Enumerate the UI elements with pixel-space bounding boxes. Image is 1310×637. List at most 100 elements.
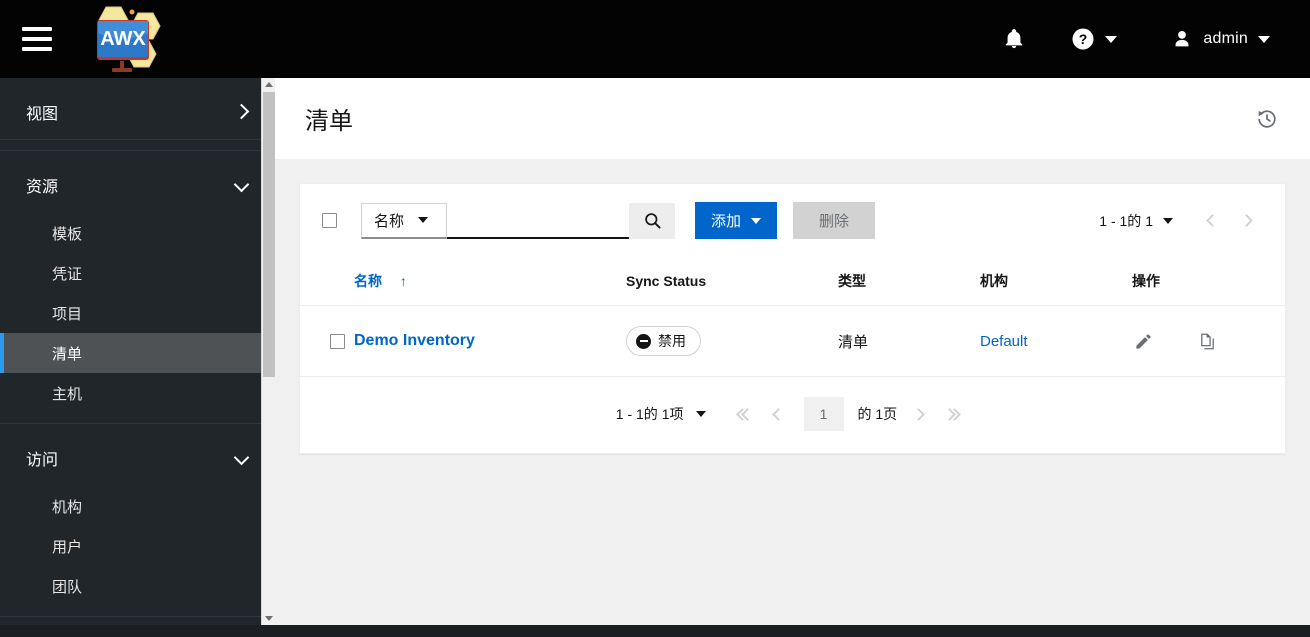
scrollbar-thumb[interactable] bbox=[263, 92, 275, 377]
col-name-label: 名称 bbox=[354, 273, 382, 289]
sidebar-section-access[interactable]: 访问 bbox=[0, 430, 275, 486]
add-button-label: 添加 bbox=[711, 213, 742, 230]
caret-down-icon bbox=[751, 217, 762, 224]
filter-field-label: 名称 bbox=[374, 212, 405, 230]
per-page-caret-down-icon[interactable] bbox=[1163, 217, 1173, 224]
col-type-label: 类型 bbox=[838, 273, 866, 289]
sidebar-item-label: 凭证 bbox=[52, 265, 83, 283]
per-page-caret-down-icon[interactable] bbox=[695, 411, 706, 417]
history-icon bbox=[1258, 109, 1276, 128]
notifications-button[interactable] bbox=[991, 17, 1037, 61]
row-actions bbox=[1132, 330, 1285, 352]
sidebar-item-credentials[interactable]: 凭证 bbox=[0, 253, 275, 293]
awx-app: AWX ? admin 视图 资源 模板 凭证 项目 清单 主机 访问 机构 用… bbox=[0, 0, 1310, 637]
copy-button[interactable] bbox=[1196, 330, 1218, 352]
sidebar-section-views[interactable]: 视图 bbox=[0, 84, 275, 140]
svg-text:AWX: AWX bbox=[100, 28, 146, 50]
page-bottom-bar bbox=[0, 625, 1310, 637]
chevron-right-icon bbox=[1239, 214, 1253, 227]
sidebar-item-projects[interactable]: 项目 bbox=[0, 293, 275, 333]
angle-double-left-icon bbox=[735, 407, 754, 421]
sidebar-item-hosts[interactable]: 主机 bbox=[0, 373, 275, 413]
help-button[interactable]: ? bbox=[1059, 17, 1129, 61]
user-name-label: admin bbox=[1203, 30, 1248, 47]
sidebar-item-label: 模板 bbox=[52, 225, 83, 243]
pagination-summary: 1 - 1的 1 bbox=[1099, 212, 1153, 229]
col-checkbox bbox=[300, 257, 354, 306]
inventory-name-link[interactable]: Demo Inventory bbox=[354, 332, 475, 349]
row-type-cell: 清单 bbox=[838, 333, 869, 351]
user-icon bbox=[1176, 31, 1189, 47]
col-name[interactable]: 名称 ↑ bbox=[354, 257, 626, 306]
add-button[interactable]: 添加 bbox=[695, 202, 778, 239]
sidebar-item-templates[interactable]: 模板 bbox=[0, 213, 275, 253]
pagination-last-button[interactable] bbox=[935, 397, 969, 431]
search-button[interactable] bbox=[629, 202, 675, 239]
table-head: 名称 ↑ Sync Status 类型 机构 操作 bbox=[300, 257, 1285, 306]
row-select-checkbox[interactable] bbox=[330, 333, 345, 349]
body-row: 视图 资源 模板 凭证 项目 清单 主机 访问 机构 用户 团队 清单 名称 添… bbox=[0, 78, 1310, 625]
user-menu-button[interactable]: admin bbox=[1159, 17, 1282, 61]
awx-logo[interactable]: AWX bbox=[76, 3, 188, 75]
nav-group-administration: 管理 bbox=[0, 617, 275, 625]
col-type: 类型 bbox=[838, 257, 980, 306]
sidebar-section-resources[interactable]: 资源 bbox=[0, 157, 275, 213]
question-circle-icon: ? bbox=[1072, 28, 1094, 50]
sidebar-item-inventories[interactable]: 清单 bbox=[0, 333, 275, 373]
scrollbar-down-arrow-icon[interactable] bbox=[262, 612, 275, 625]
col-organization-label: 机构 bbox=[980, 273, 1008, 289]
status-badge: 禁用 bbox=[626, 326, 701, 356]
masthead-actions: ? admin bbox=[991, 17, 1310, 61]
hamburger-bar bbox=[22, 47, 52, 51]
pagination-top: 1 - 1的 1 bbox=[1099, 204, 1263, 238]
pagination-next-button[interactable] bbox=[1229, 204, 1263, 238]
sidebar-item-teams[interactable]: 团队 bbox=[0, 566, 275, 606]
list-toolbar: 名称 添加 删除 1 - 1的 1 bbox=[300, 184, 1285, 257]
pencil-icon bbox=[1135, 333, 1151, 349]
menu-toggle-icon[interactable] bbox=[22, 27, 52, 51]
pagination-next-button[interactable] bbox=[901, 397, 935, 431]
angle-right-icon bbox=[911, 407, 925, 421]
search-input[interactable] bbox=[447, 202, 629, 239]
minus-circle-icon bbox=[636, 333, 651, 349]
chevron-down-icon bbox=[235, 178, 249, 192]
page-header: 清单 bbox=[275, 78, 1310, 159]
sidebar-section-label: 访问 bbox=[26, 452, 59, 469]
page-number-input[interactable] bbox=[803, 397, 844, 431]
sidebar-item-label: 清单 bbox=[52, 345, 83, 363]
search-icon bbox=[644, 213, 661, 229]
delete-button[interactable]: 删除 bbox=[793, 202, 876, 239]
hamburger-bar bbox=[22, 27, 52, 31]
status-badge-label: 禁用 bbox=[658, 333, 686, 349]
pagination-bottom-summary: 1 - 1的 1项 bbox=[615, 406, 684, 422]
nav-group-access: 访问 机构 用户 团队 bbox=[0, 424, 275, 617]
pagination-prev-button[interactable] bbox=[1195, 204, 1229, 238]
activity-history-button[interactable] bbox=[1248, 100, 1286, 138]
nav-group-resources: 资源 模板 凭证 项目 清单 主机 bbox=[0, 151, 275, 424]
table-row: Demo Inventory 禁用 清单 Default bbox=[300, 305, 1285, 377]
select-all-checkbox[interactable] bbox=[322, 213, 337, 228]
col-sync-status: Sync Status bbox=[626, 257, 838, 306]
inventories-card: 名称 添加 删除 1 - 1的 1 名称 ↑ Sync Status 类型 机构… bbox=[299, 183, 1286, 454]
scrollbar-up-arrow-icon[interactable] bbox=[262, 78, 275, 91]
edit-button[interactable] bbox=[1132, 330, 1154, 352]
total-pages-label: 的 1页 bbox=[857, 406, 898, 422]
sidebar-section-label: 视图 bbox=[26, 105, 59, 123]
sidebar-scrollbar[interactable] bbox=[261, 78, 275, 625]
row-checkbox-cell bbox=[300, 306, 354, 377]
chevron-down-icon bbox=[1105, 35, 1118, 43]
sidebar-item-organizations[interactable]: 机构 bbox=[0, 486, 275, 526]
angle-double-right-icon bbox=[943, 407, 962, 421]
pagination-prev-button[interactable] bbox=[762, 397, 796, 431]
sidebar-item-label: 机构 bbox=[52, 498, 83, 516]
chevron-down-icon bbox=[1258, 35, 1270, 43]
pagination-first-button[interactable] bbox=[728, 397, 762, 431]
organization-link[interactable]: Default bbox=[980, 333, 1028, 350]
filter-field-select[interactable]: 名称 bbox=[361, 202, 447, 239]
sidebar-item-users[interactable]: 用户 bbox=[0, 526, 275, 566]
sidebar-item-label: 主机 bbox=[52, 385, 83, 403]
sidebar-section-administration[interactable]: 管理 bbox=[0, 623, 275, 625]
sidebar-nav: 视图 资源 模板 凭证 项目 清单 主机 访问 机构 用户 团队 bbox=[0, 78, 275, 625]
col-actions: 操作 bbox=[1132, 257, 1285, 306]
chevron-right-icon bbox=[235, 105, 249, 119]
